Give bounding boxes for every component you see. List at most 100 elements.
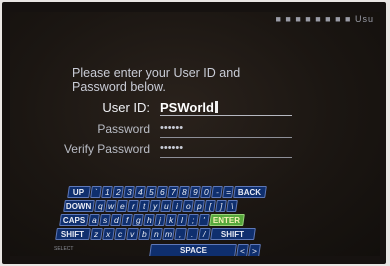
key-backtick[interactable]: ` [90, 186, 102, 198]
key-y[interactable]: y [149, 200, 161, 212]
key-v[interactable]: v [126, 228, 139, 240]
key-m[interactable]: m [162, 228, 175, 240]
verify-password-label: Verify Password [63, 142, 150, 156]
key-i[interactable]: i [171, 200, 183, 212]
key-label: 7 [170, 187, 176, 197]
key-label: i [176, 201, 178, 211]
key-k[interactable]: k [165, 214, 177, 226]
key-j[interactable]: j [154, 214, 166, 226]
key-f[interactable]: f [121, 214, 133, 226]
key-9[interactable]: 9 [189, 186, 201, 198]
key-comma[interactable]: , [174, 228, 187, 240]
key-space[interactable]: SPACE [149, 244, 237, 256]
key-r[interactable]: r [127, 200, 139, 212]
key-period[interactable]: . [186, 228, 199, 240]
key-8[interactable]: 8 [178, 186, 190, 198]
key-0[interactable]: 0 [200, 186, 212, 198]
key-label: [ [208, 201, 212, 211]
key-right-bracket[interactable]: ] [215, 200, 227, 212]
key-label: d [113, 215, 119, 225]
key-label: . [191, 229, 194, 239]
key-label: , [179, 229, 182, 239]
key-minus[interactable]: - [211, 186, 223, 198]
key-caps[interactable]: CAPS [59, 214, 89, 226]
verify-password-value: •••••• [160, 142, 184, 154]
key-4[interactable]: 4 [134, 186, 146, 198]
key-label: 1 [104, 187, 110, 197]
key-n[interactable]: n [150, 228, 163, 240]
select-hint-label: SELECT [54, 246, 74, 252]
key-b[interactable]: b [138, 228, 151, 240]
key-left-bracket[interactable]: [ [204, 200, 216, 212]
key-enter[interactable]: ENTER [209, 214, 245, 226]
key-a[interactable]: a [88, 214, 100, 226]
key-z[interactable]: z [90, 228, 103, 240]
key-down[interactable]: DOWN [63, 200, 95, 212]
key-shift-11[interactable]: SHIFT [210, 228, 256, 240]
key-label: SHIFT [221, 229, 245, 239]
password-input[interactable]: •••••• [160, 122, 292, 138]
user-id-value: PSWorld [160, 100, 214, 115]
key-label: a [91, 215, 97, 225]
key-1[interactable]: 1 [101, 186, 113, 198]
key-equals[interactable]: = [222, 186, 234, 198]
password-value: •••••• [160, 122, 184, 134]
key-label: y [152, 201, 158, 211]
key-quote[interactable]: ' [198, 214, 210, 226]
key-label: 3 [126, 187, 132, 197]
key-u[interactable]: u [160, 200, 172, 212]
key-backslash[interactable]: \ [226, 200, 238, 212]
key-label: v [130, 229, 135, 239]
password-row: Password •••••• [10, 122, 380, 140]
key-label: o [185, 201, 191, 211]
key-5[interactable]: 5 [145, 186, 157, 198]
text-cursor [214, 101, 218, 113]
key-o[interactable]: o [182, 200, 194, 212]
key-label: ] [219, 201, 223, 211]
key-label: \ [230, 201, 234, 211]
key-cursor-right[interactable]: > [248, 244, 261, 256]
key-label: < [240, 245, 245, 256]
key-l[interactable]: l [176, 214, 188, 226]
key-label: c [118, 229, 123, 239]
key-shift-0[interactable]: SHIFT [55, 228, 91, 240]
key-semicolon[interactable]: ; [187, 214, 199, 226]
key-label: 8 [181, 187, 187, 197]
user-id-input[interactable]: PSWorld [160, 100, 292, 116]
key-label: 6 [159, 187, 165, 197]
key-c[interactable]: c [114, 228, 127, 240]
key-label: l [181, 215, 183, 225]
key-7[interactable]: 7 [167, 186, 179, 198]
key-w[interactable]: w [105, 200, 117, 212]
key-label: = [225, 187, 231, 197]
key-3[interactable]: 3 [123, 186, 135, 198]
key-d[interactable]: d [110, 214, 122, 226]
key-p[interactable]: p [193, 200, 205, 212]
key-2[interactable]: 2 [112, 186, 124, 198]
key-e[interactable]: e [116, 200, 128, 212]
key-label: u [163, 201, 169, 211]
key-q[interactable]: q [94, 200, 106, 212]
key-label: SPACE [179, 246, 207, 255]
key-slash[interactable]: / [198, 228, 211, 240]
login-screen: ■ ■ ■ ■ ■ ■ ■ ■ Usu Please enter your Us… [10, 12, 380, 256]
key-label: 4 [137, 187, 143, 197]
key-up[interactable]: UP [67, 186, 91, 198]
key-x[interactable]: x [102, 228, 115, 240]
key-t[interactable]: t [138, 200, 150, 212]
key-s[interactable]: s [99, 214, 111, 226]
screen-bezel: ■ ■ ■ ■ ■ ■ ■ ■ Usu Please enter your Us… [2, 2, 386, 264]
key-cursor-left[interactable]: < [236, 244, 249, 256]
user-id-row: User ID: PSWorld [10, 100, 380, 118]
key-label: g [135, 215, 141, 225]
key-label: n [154, 229, 159, 239]
key-label: r [131, 201, 135, 211]
key-label: k [168, 215, 174, 225]
key-label: b [142, 229, 147, 239]
key-back[interactable]: BACK [233, 186, 267, 198]
key-6[interactable]: 6 [156, 186, 168, 198]
key-label: q [97, 201, 103, 211]
key-h[interactable]: h [143, 214, 155, 226]
key-g[interactable]: g [132, 214, 144, 226]
verify-password-input[interactable]: •••••• [160, 142, 292, 158]
